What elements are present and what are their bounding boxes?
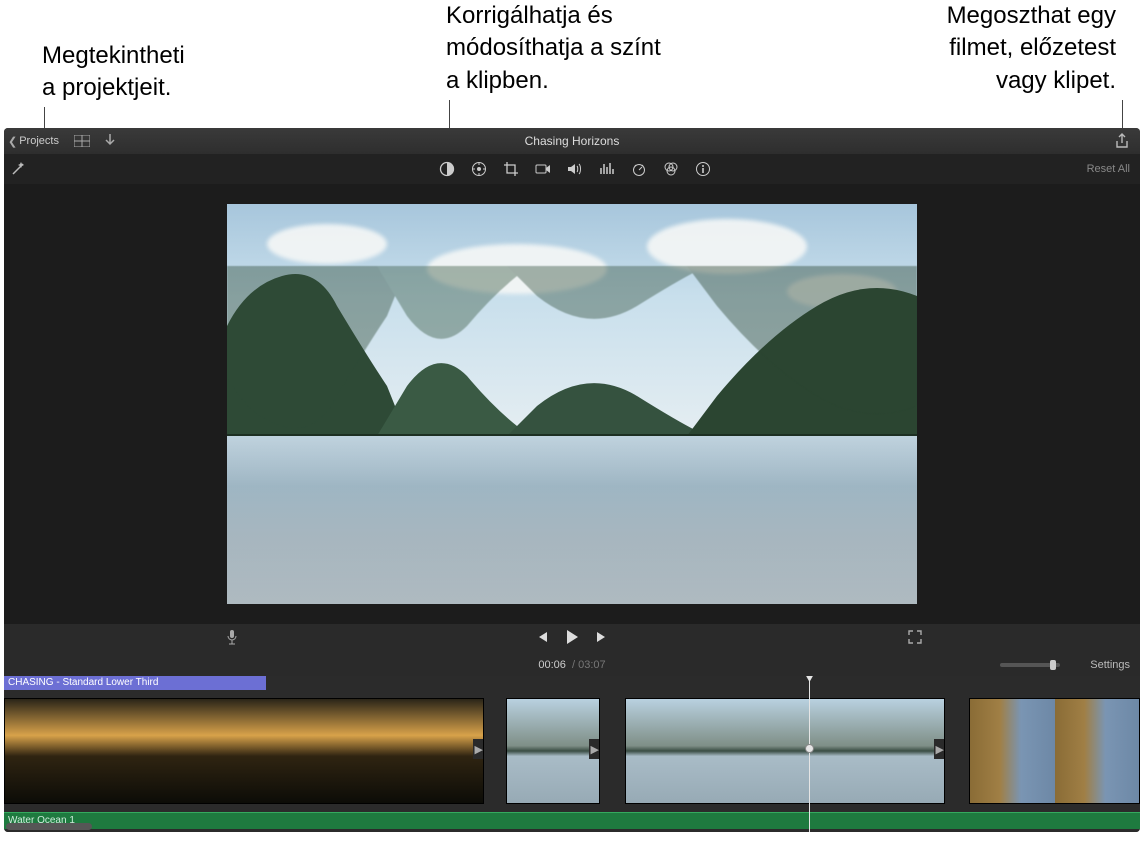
playback-controls: [535, 629, 609, 650]
share-button[interactable]: [1110, 128, 1134, 154]
reset-all-button[interactable]: Reset All: [1087, 163, 1130, 175]
callout-projects: Megtekintheti a projektjeit.: [42, 40, 185, 105]
leader-line: [1122, 100, 1123, 128]
adjustment-bar: Reset All: [4, 154, 1140, 184]
titlebar: ❮ Projects Chasing Horizons: [4, 128, 1140, 154]
transition-icon[interactable]: ▶◀: [589, 739, 600, 759]
callout-text: módosíthatja a színt: [446, 34, 661, 61]
viewer-panel: [4, 184, 1140, 624]
callout-text: a projektjeit.: [42, 74, 171, 101]
voiceover-button[interactable]: [226, 629, 238, 650]
stabilization-button[interactable]: [532, 158, 554, 180]
clip-2[interactable]: ▶◀: [506, 698, 600, 804]
imovie-window: ❮ Projects Chasing Horizons: [4, 128, 1140, 832]
callout-text: Megtekintheti: [42, 42, 185, 69]
crop-button[interactable]: [500, 158, 522, 180]
time-current: 00:06: [538, 659, 566, 671]
volume-button[interactable]: [564, 158, 586, 180]
callout-text: Megoszthat egy: [947, 2, 1116, 29]
callout-text: vagy klipet.: [996, 67, 1116, 94]
callout-text: Korrigálhatja és: [446, 2, 613, 29]
projects-label: Projects: [19, 135, 59, 147]
play-button[interactable]: [565, 629, 579, 650]
time-duration: 03:07: [578, 659, 606, 671]
chevron-left-icon: ❮: [8, 135, 17, 148]
transition-icon[interactable]: ▶◀: [473, 739, 484, 759]
transport-bar: [4, 624, 1140, 654]
projects-button[interactable]: ❮ Projects: [4, 135, 65, 148]
clip-3[interactable]: ▶◀: [625, 698, 945, 804]
clip-4[interactable]: [969, 698, 1140, 804]
adjustment-tools: [436, 154, 714, 184]
magic-wand-button[interactable]: [4, 161, 32, 177]
color-correction-button[interactable]: [468, 158, 490, 180]
horizontal-scrollbar[interactable]: [6, 823, 92, 830]
callout-color: Korrigálhatja és módosíthatja a színt a …: [446, 0, 661, 97]
media-library-button[interactable]: [71, 130, 93, 152]
zoom-slider[interactable]: [1000, 663, 1060, 667]
import-button[interactable]: [99, 130, 121, 152]
prev-button[interactable]: [535, 630, 549, 649]
project-title: Chasing Horizons: [525, 134, 620, 148]
filter-button[interactable]: [660, 158, 682, 180]
title-overlay-clip[interactable]: CHASING - Standard Lower Third: [4, 676, 266, 690]
callout-text: filmet, előzetest: [949, 34, 1116, 61]
timecode: 00:06 / 03:07: [538, 659, 605, 671]
leader-line: [44, 107, 45, 129]
audio-track[interactable]: Water Ocean 1: [4, 812, 1140, 829]
noise-reduction-button[interactable]: [596, 158, 618, 180]
preview-viewer[interactable]: [227, 204, 917, 604]
color-balance-button[interactable]: [436, 158, 458, 180]
speed-button[interactable]: [628, 158, 650, 180]
next-button[interactable]: [595, 630, 609, 649]
timecode-bar: 00:06 / 03:07 Settings: [4, 654, 1140, 676]
settings-button[interactable]: Settings: [1090, 659, 1130, 671]
clip-1[interactable]: ▶◀: [4, 698, 484, 804]
playhead[interactable]: [809, 676, 810, 832]
info-button[interactable]: [692, 158, 714, 180]
callout-text: a klipben.: [446, 67, 549, 94]
transition-icon[interactable]: ▶◀: [934, 739, 945, 759]
fullscreen-button[interactable]: [908, 630, 922, 649]
callout-share: Megoszthat egy filmet, előzetest vagy kl…: [947, 0, 1116, 97]
timeline[interactable]: CHASING - Standard Lower Third ▶◀ ▶◀ ▶◀ …: [4, 676, 1140, 832]
